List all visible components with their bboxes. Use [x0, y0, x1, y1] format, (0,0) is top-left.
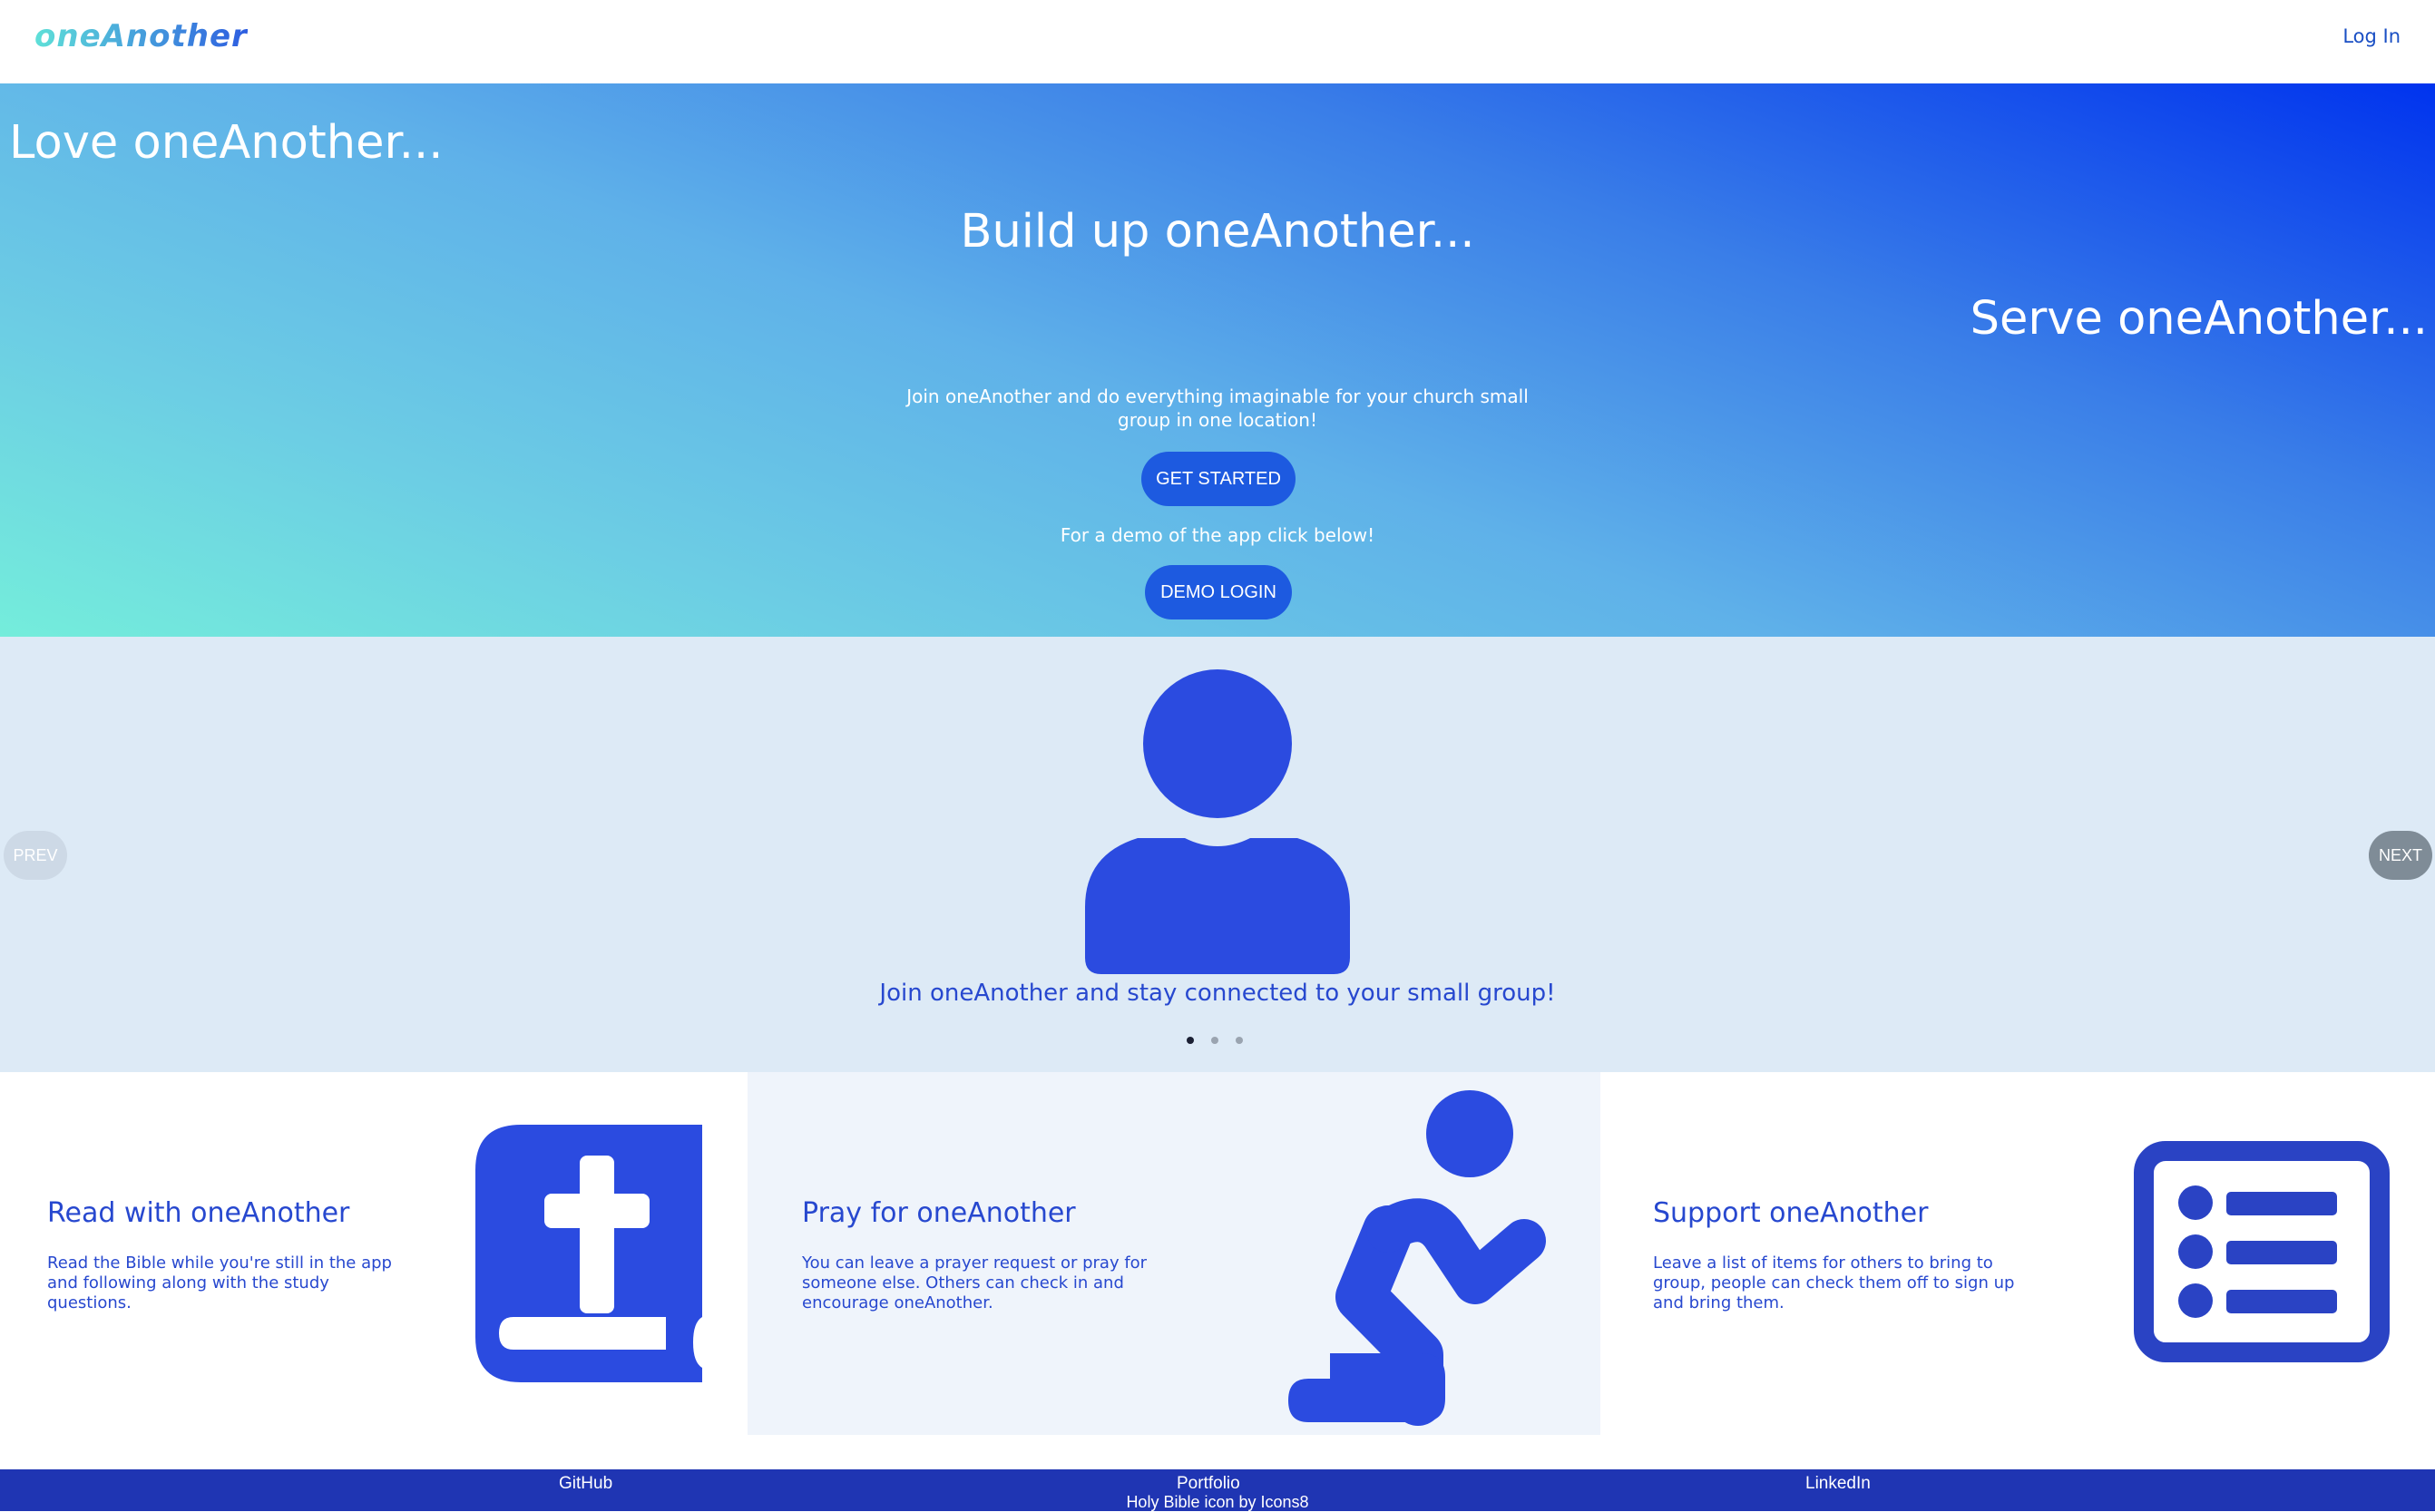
- feature-support-title: Support oneAnother: [1653, 1197, 1929, 1229]
- bible-icon: [475, 1125, 702, 1382]
- footer-github-link[interactable]: GitHub: [559, 1474, 612, 1494]
- top-nav: oneAnother Log In: [0, 0, 2435, 83]
- footer: GitHub Portfolio LinkedIn Holy Bible ico…: [0, 1469, 2435, 1511]
- get-started-button[interactable]: GET STARTED: [1141, 452, 1296, 506]
- app-logo[interactable]: oneAnother: [34, 18, 248, 54]
- carousel-next-button[interactable]: NEXT: [2369, 831, 2432, 880]
- feature-read-title: Read with oneAnother: [47, 1197, 350, 1229]
- carousel-dot-2[interactable]: [1211, 1037, 1218, 1044]
- carousel-dot-3[interactable]: [1236, 1037, 1243, 1044]
- footer-linkedin-link[interactable]: LinkedIn: [1805, 1474, 1871, 1494]
- carousel-indicators: [1187, 1037, 1243, 1044]
- hero-heading-serve: Serve oneAnother...: [1970, 292, 2428, 346]
- demo-login-button[interactable]: DEMO LOGIN: [1145, 565, 1292, 619]
- hero-intro-text: Join oneAnother and do everything imagin…: [906, 385, 1529, 431]
- hero-heading-build-up: Build up oneAnother...: [960, 205, 1475, 259]
- demo-note: For a demo of the app click below!: [1060, 524, 1375, 546]
- footer-portfolio-link[interactable]: Portfolio: [1177, 1474, 1240, 1494]
- carousel-dot-1[interactable]: [1187, 1037, 1194, 1044]
- feature-pray-title: Pray for oneAnother: [802, 1197, 1076, 1229]
- footer-icon-credit[interactable]: Holy Bible icon by Icons8: [0, 1493, 2435, 1512]
- feature-support-desc: Leave a list of items for others to brin…: [1653, 1253, 2015, 1312]
- feature-carousel: Join oneAnother and stay connected to yo…: [0, 637, 2435, 1072]
- feature-pray-desc: You can leave a prayer request or pray f…: [802, 1253, 1148, 1312]
- hero-banner: Love oneAnother... Build up oneAnother..…: [0, 83, 2435, 637]
- feature-pray: Pray for oneAnother You can leave a pray…: [748, 1072, 1600, 1435]
- login-link[interactable]: Log In: [2342, 25, 2401, 47]
- hero-heading-love: Love oneAnother...: [9, 116, 444, 170]
- slide-caption: Join oneAnother and stay connected to yo…: [879, 980, 1556, 1007]
- list-icon: [2134, 1141, 2390, 1362]
- praying-person-icon: [1288, 1090, 1546, 1426]
- carousel-prev-button[interactable]: PREV: [4, 831, 67, 880]
- person-icon: [1085, 669, 1350, 974]
- feature-support: Support oneAnother Leave a list of items…: [1600, 1072, 2435, 1435]
- feature-read: Read with oneAnother Read the Bible whil…: [0, 1072, 748, 1435]
- feature-read-desc: Read the Bible while you're still in the…: [47, 1253, 392, 1312]
